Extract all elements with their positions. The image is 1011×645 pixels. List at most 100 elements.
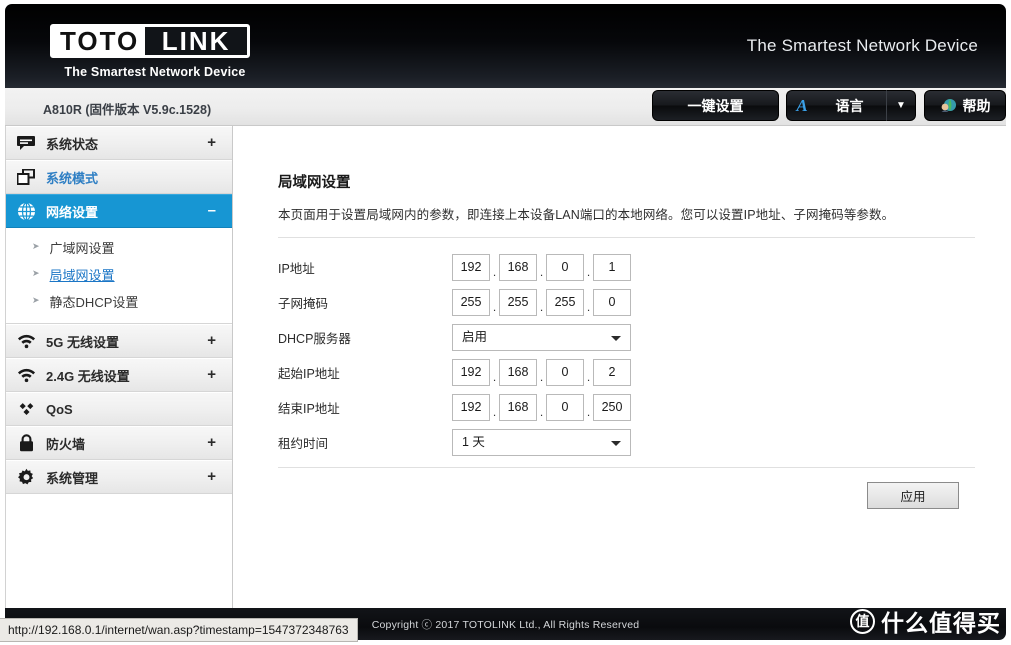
sidebar-item-5g-wireless[interactable]: 5G 无线设置 +	[6, 324, 232, 358]
octet-dot: .	[492, 405, 497, 419]
end-octet-4[interactable]: 250	[593, 394, 631, 421]
ip-octet-2[interactable]: 168	[499, 254, 537, 281]
sidebar-item-label: 5G 无线设置	[46, 334, 119, 350]
form-row-end-ip: 结束IP地址 192 . 168 . 0 . 250	[278, 390, 978, 425]
lease-time-value: 1 天	[462, 435, 485, 449]
chevron-down-icon: ▼	[896, 100, 906, 111]
apply-button[interactable]: 应用	[867, 482, 959, 509]
expander-icon: +	[207, 332, 216, 349]
start-octet-1[interactable]: 192	[452, 359, 490, 386]
end-octet-2[interactable]: 168	[499, 394, 537, 421]
help-button[interactable]: 帮助	[924, 90, 1006, 121]
octet-dot: .	[586, 300, 591, 314]
wifi-icon	[6, 368, 46, 383]
apply-label: 应用	[900, 490, 926, 504]
sidebar-item-firewall[interactable]: 防火墙 +	[6, 426, 232, 460]
body-area: 系统状态 + 系统模式 网络设置 – ➤ 广域网设置 ➤ 局域网设置 ➤ 静态D…	[5, 126, 1006, 608]
quick-setup-button[interactable]: 一键设置	[652, 90, 779, 121]
mask-octet-4[interactable]: 0	[593, 289, 631, 316]
sidebar-subitem-static-dhcp[interactable]: ➤ 静态DHCP设置	[6, 288, 232, 315]
quick-setup-label: 一键设置	[687, 97, 744, 114]
bullet-arrow-icon: ➤	[32, 295, 40, 305]
watermark-text: 什么值得买	[881, 610, 1001, 636]
sidebar-item-label: 系统管理	[46, 470, 99, 486]
mask-octet-2[interactable]: 255	[499, 289, 537, 316]
expander-icon: +	[207, 468, 216, 485]
sidebar-subitem-label: 广域网设置	[49, 241, 115, 256]
subnet-mask-label: 子网掩码	[278, 297, 329, 311]
ip-octet-4[interactable]: 1	[593, 254, 631, 281]
sidebar-item-qos[interactable]: QoS	[6, 392, 232, 426]
language-button[interactable]: A 语言	[786, 90, 886, 121]
brand-logo: TOTO LINK The Smartest Network Device	[50, 24, 260, 79]
sidebar-subitem-lan[interactable]: ➤ 局域网设置	[6, 261, 232, 288]
sidebar-item-system-mode[interactable]: 系统模式	[6, 160, 232, 194]
ip-octet-1[interactable]: 192	[452, 254, 490, 281]
sidebar-item-system-status[interactable]: 系统状态 +	[6, 126, 232, 160]
router-admin-page: TOTO LINK The Smartest Network Device Th…	[0, 0, 1011, 645]
sidebar-item-24g-wireless[interactable]: 2.4G 无线设置 +	[6, 358, 232, 392]
logo-text-toto: TOTO	[53, 27, 146, 55]
expander-icon: +	[207, 134, 216, 151]
subnet-mask-input-group[interactable]: 255 . 255 . 255 . 0	[452, 289, 631, 316]
network-submenu: ➤ 广域网设置 ➤ 局域网设置 ➤ 静态DHCP设置	[6, 228, 232, 324]
bullet-arrow-icon: ➤	[32, 241, 40, 251]
start-octet-2[interactable]: 168	[499, 359, 537, 386]
logo-tagline: The Smartest Network Device	[64, 65, 246, 79]
end-ip-input-group[interactable]: 192 . 168 . 0 . 250	[452, 394, 631, 421]
ip-address-label: IP地址	[278, 262, 315, 276]
dhcp-server-select[interactable]: 启用	[452, 324, 631, 351]
start-octet-3[interactable]: 0	[546, 359, 584, 386]
expander-icon: +	[207, 434, 216, 451]
language-dropdown-toggle[interactable]: ▼	[886, 90, 916, 121]
watermark-badge-icon: 值	[850, 608, 875, 634]
form-row-ip-address: IP地址 192 . 168 . 0 . 1	[278, 250, 978, 285]
octet-dot: .	[539, 405, 544, 419]
sidebar-item-label: 2.4G 无线设置	[46, 368, 130, 384]
start-ip-input-group[interactable]: 192 . 168 . 0 . 2	[452, 359, 631, 386]
sidebar-item-network-settings[interactable]: 网络设置 –	[6, 194, 232, 228]
lan-settings-form: IP地址 192 . 168 . 0 . 1 子网掩码 255 . 255 . …	[278, 250, 978, 460]
lease-time-label: 租约时间	[278, 437, 329, 451]
help-label: 帮助	[962, 97, 991, 114]
chevron-down-icon	[611, 441, 621, 446]
sidebar-item-label: 系统模式	[46, 170, 99, 186]
octet-dot: .	[586, 265, 591, 279]
expander-icon: –	[207, 202, 216, 219]
divider-top	[278, 237, 975, 238]
divider-bottom	[278, 467, 975, 468]
page-description: 本页面用于设置局域网内的参数，即连接上本设备LAN端口的本地网络。您可以设置IP…	[278, 208, 895, 222]
dhcp-server-label: DHCP服务器	[278, 332, 351, 346]
end-ip-label: 结束IP地址	[278, 402, 340, 416]
status-bar-url: http://192.168.0.1/internet/wan.asp?time…	[8, 623, 349, 637]
ip-octet-3[interactable]: 0	[546, 254, 584, 281]
logo-text-link: LINK	[145, 27, 247, 55]
octet-dot: .	[492, 370, 497, 384]
gear-icon	[6, 468, 46, 487]
start-ip-label: 起始IP地址	[278, 367, 340, 381]
form-row-start-ip: 起始IP地址 192 . 168 . 0 . 2	[278, 355, 978, 390]
form-row-lease-time: 租约时间 1 天	[278, 425, 978, 460]
sidebar-item-system-management[interactable]: 系统管理 +	[6, 460, 232, 494]
content-panel: 局域网设置 本页面用于设置局域网内的参数，即连接上本设备LAN端口的本地网络。您…	[234, 126, 1006, 608]
mask-octet-3[interactable]: 255	[546, 289, 584, 316]
octet-dot: .	[539, 265, 544, 279]
sidebar-item-label: 网络设置	[46, 204, 99, 220]
octet-dot: .	[539, 370, 544, 384]
mask-octet-1[interactable]: 255	[452, 289, 490, 316]
language-letter-icon: A	[796, 95, 808, 115]
windows-stack-icon	[6, 169, 46, 185]
header-banner: TOTO LINK The Smartest Network Device Th…	[5, 4, 1006, 88]
lock-icon	[6, 434, 46, 452]
octet-dot: .	[492, 265, 497, 279]
diamond-cluster-icon	[6, 401, 46, 418]
lease-time-select[interactable]: 1 天	[452, 429, 631, 456]
sidebar-subitem-wan[interactable]: ➤ 广域网设置	[6, 234, 232, 261]
end-octet-1[interactable]: 192	[452, 394, 490, 421]
octet-dot: .	[586, 405, 591, 419]
chevron-down-icon	[611, 336, 621, 341]
logo-box: TOTO LINK	[50, 24, 250, 58]
ip-address-input-group[interactable]: 192 . 168 . 0 . 1	[452, 254, 631, 281]
start-octet-4[interactable]: 2	[593, 359, 631, 386]
end-octet-3[interactable]: 0	[546, 394, 584, 421]
